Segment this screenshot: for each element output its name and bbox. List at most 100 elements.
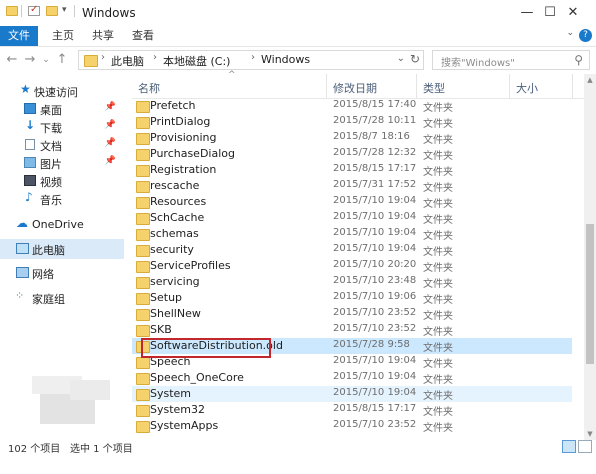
chevron-right-icon[interactable]: › xyxy=(153,52,157,63)
scroll-up-icon[interactable]: ▲ xyxy=(584,74,596,86)
item-count: 102 个项目 xyxy=(8,444,61,455)
tab-view[interactable]: 查看 xyxy=(132,26,154,46)
nav-pictures[interactable]: 图片 📌 xyxy=(0,154,124,172)
tab-home[interactable]: 主页 xyxy=(52,26,74,46)
nav-documents[interactable]: 文档 📌 xyxy=(0,136,124,154)
nav-onedrive[interactable]: ☁ OneDrive xyxy=(0,216,124,234)
file-row[interactable]: ServiceProfiles 2015/7/10 20:20 文件夹 xyxy=(132,258,572,274)
column-divider[interactable] xyxy=(509,74,510,98)
vertical-scrollbar[interactable]: ▲ ▼ xyxy=(584,74,596,440)
folder-icon xyxy=(136,389,150,401)
folder-icon xyxy=(136,309,150,321)
file-name: security xyxy=(150,243,194,256)
nav-music[interactable]: ♪ 音乐 xyxy=(0,190,124,208)
details-view-icon[interactable] xyxy=(562,440,576,453)
document-icon xyxy=(25,139,35,150)
breadcrumb-windows[interactable]: Windows xyxy=(261,53,310,66)
nav-homegroup[interactable]: ⁘ 家庭组 xyxy=(0,289,124,307)
scroll-down-icon[interactable]: ▼ xyxy=(584,428,596,440)
file-row[interactable]: SystemApps 2015/7/10 23:52 文件夹 xyxy=(132,418,572,434)
up-arrow-icon[interactable]: ↑ xyxy=(54,51,70,69)
search-input[interactable]: 搜索"Windows" ⚲ xyxy=(432,50,590,70)
folder-icon xyxy=(136,373,150,385)
pictures-icon xyxy=(24,157,36,168)
file-date: 2015/7/10 23:52 xyxy=(333,323,417,334)
file-row[interactable]: Setup 2015/7/10 19:06 文件夹 xyxy=(132,290,572,306)
nav-quick-access[interactable]: ★ 快速访问 xyxy=(0,82,124,100)
address-bar[interactable]: › 此电脑 › 本地磁盘 (C:) › Windows ⌄ ↻ xyxy=(78,50,424,70)
column-size[interactable]: 大小 xyxy=(516,80,538,96)
file-row[interactable]: Registration 2015/8/15 17:17 文件夹 xyxy=(132,162,572,178)
file-row[interactable]: System 2015/7/10 19:04 文件夹 xyxy=(132,386,572,402)
file-date: 2015/8/15 17:17 xyxy=(333,403,417,414)
file-row[interactable]: rescache 2015/7/31 17:52 文件夹 xyxy=(132,178,572,194)
folder-icon xyxy=(136,405,150,417)
recent-locations-icon[interactable]: ⌄ xyxy=(38,51,54,69)
breadcrumb-local-disk[interactable]: 本地磁盘 (C:) xyxy=(163,53,230,69)
column-type[interactable]: 类型 xyxy=(423,80,445,96)
chevron-down-icon[interactable]: ⌄ xyxy=(397,53,405,64)
download-icon: ↓ xyxy=(25,118,36,132)
file-name: ShellNew xyxy=(150,307,201,320)
file-row[interactable]: schemas 2015/7/10 19:04 文件夹 xyxy=(132,226,572,242)
refresh-icon[interactable]: ↻ xyxy=(410,52,420,66)
file-date: 2015/7/10 19:04 xyxy=(333,195,417,206)
file-date: 2015/7/28 10:11 xyxy=(333,115,417,126)
file-row[interactable]: Provisioning 2015/8/7 18:16 文件夹 xyxy=(132,130,572,146)
pin-icon: 📌 xyxy=(104,102,116,112)
forward-arrow-icon[interactable]: → xyxy=(22,51,38,69)
column-name[interactable]: 名称 xyxy=(138,80,160,96)
scrollbar-thumb[interactable] xyxy=(586,224,594,364)
file-type: 文件夹 xyxy=(423,375,453,386)
nav-label: 下载 xyxy=(40,122,62,135)
file-row[interactable]: Speech_OneCore 2015/7/10 19:04 文件夹 xyxy=(132,370,572,386)
customize-quick-access-icon[interactable]: ▾ xyxy=(62,5,67,15)
properties-icon[interactable] xyxy=(28,4,40,16)
nav-label: 视频 xyxy=(40,176,62,189)
folder-icon xyxy=(136,261,150,273)
pin-icon: 📌 xyxy=(104,120,116,130)
chevron-down-icon[interactable]: ⌄ xyxy=(566,28,574,38)
folder-icon[interactable] xyxy=(6,6,18,16)
tab-share[interactable]: 共享 xyxy=(92,26,114,46)
chevron-right-icon[interactable]: › xyxy=(251,52,255,63)
file-row[interactable]: System32 2015/8/15 17:17 文件夹 xyxy=(132,402,572,418)
file-row[interactable]: servicing 2015/7/10 23:48 文件夹 xyxy=(132,274,572,290)
large-icons-view-icon[interactable] xyxy=(578,440,592,453)
file-row[interactable]: ShellNew 2015/7/10 23:52 文件夹 xyxy=(132,306,572,322)
file-type: 文件夹 xyxy=(423,279,453,290)
breadcrumb-this-pc[interactable]: 此电脑 xyxy=(111,53,144,69)
file-date: 2015/7/28 9:58 xyxy=(333,339,410,350)
file-row[interactable]: security 2015/7/10 19:04 文件夹 xyxy=(132,242,572,258)
new-folder-icon[interactable] xyxy=(46,6,58,16)
file-row[interactable]: Resources 2015/7/10 19:04 文件夹 xyxy=(132,194,572,210)
cloud-icon: ☁ xyxy=(16,216,28,230)
help-icon[interactable]: ? xyxy=(579,29,592,42)
column-date[interactable]: 修改日期 xyxy=(333,80,377,96)
column-divider[interactable] xyxy=(572,74,573,98)
annotation-highlight-box xyxy=(141,338,271,358)
column-divider[interactable] xyxy=(416,74,417,98)
chevron-right-icon[interactable]: › xyxy=(101,52,105,63)
close-button[interactable]: ✕ xyxy=(550,0,596,26)
file-row[interactable]: SKB 2015/7/10 23:52 文件夹 xyxy=(132,322,572,338)
file-row[interactable]: PrintDialog 2015/7/28 10:11 文件夹 xyxy=(132,114,572,130)
nav-desktop[interactable]: 桌面 📌 xyxy=(0,100,124,118)
file-row[interactable]: Prefetch 2015/8/15 17:40 文件夹 xyxy=(132,98,572,114)
search-icon[interactable]: ⚲ xyxy=(574,53,583,67)
nav-this-pc[interactable]: 此电脑 xyxy=(0,239,124,259)
computer-icon xyxy=(16,243,29,254)
file-row[interactable]: PurchaseDialog 2015/7/28 12:32 文件夹 xyxy=(132,146,572,162)
file-type: 文件夹 xyxy=(423,103,453,114)
file-date: 2015/8/15 17:17 xyxy=(333,163,417,174)
file-list: Prefetch 2015/8/15 17:40 文件夹 PrintDialog 201… xyxy=(132,98,584,440)
file-row[interactable]: SchCache 2015/7/10 19:04 文件夹 xyxy=(132,210,572,226)
column-divider[interactable] xyxy=(326,74,327,98)
nav-label: 文档 xyxy=(40,140,62,153)
nav-downloads[interactable]: ↓ 下载 📌 xyxy=(0,118,124,136)
back-arrow-icon[interactable]: ← xyxy=(4,51,20,69)
file-type: 文件夹 xyxy=(423,343,453,354)
nav-videos[interactable]: 视频 xyxy=(0,172,124,190)
tab-file[interactable]: 文件 xyxy=(0,26,38,46)
nav-network[interactable]: 网络 xyxy=(0,264,124,282)
